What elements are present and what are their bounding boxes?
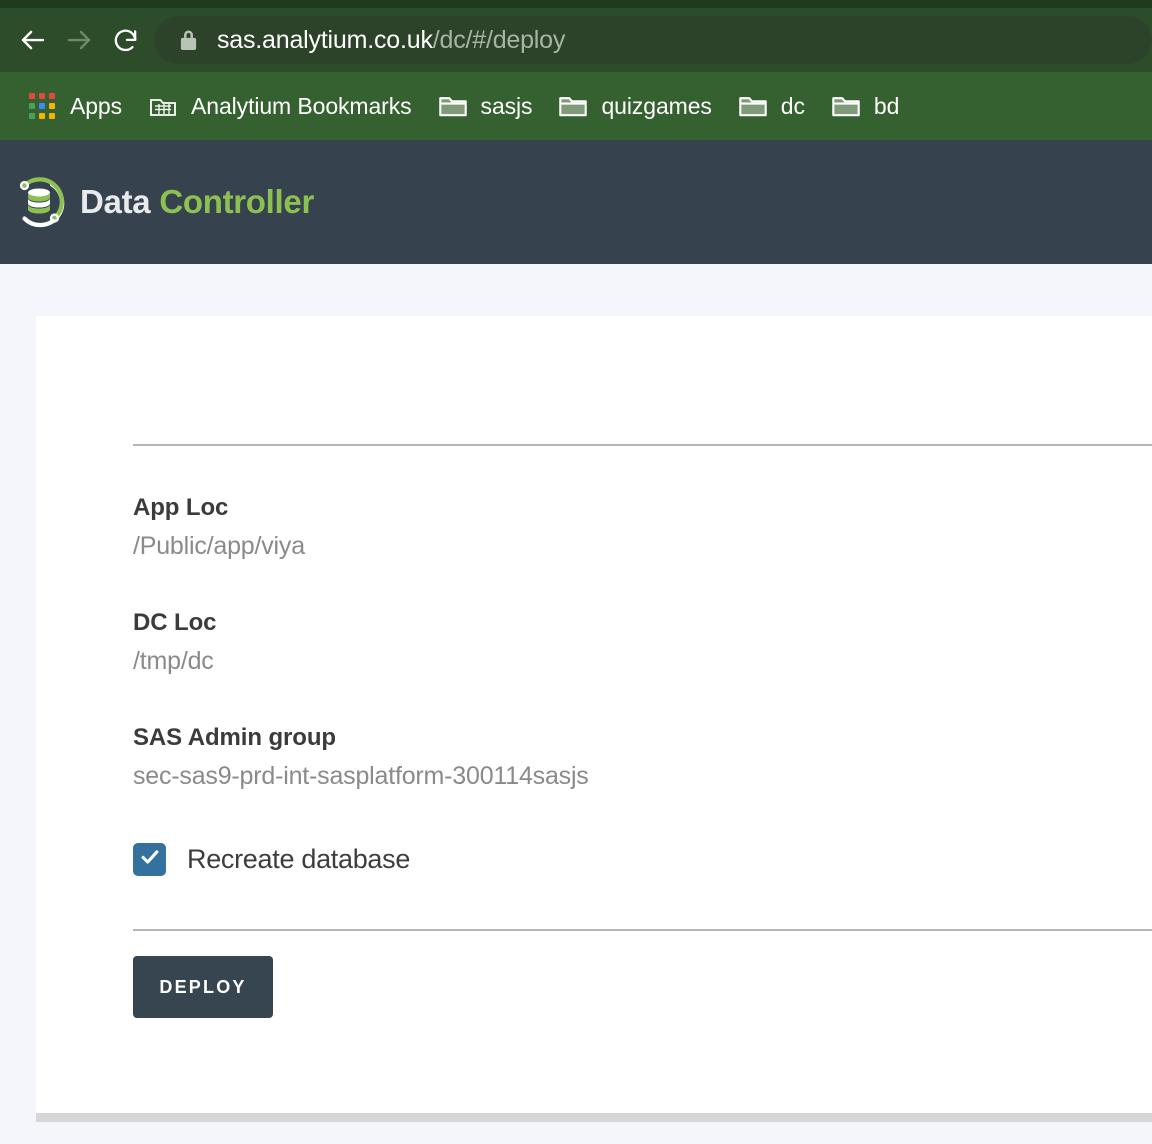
reload-button[interactable] xyxy=(102,17,148,63)
bookmark-label: dc xyxy=(780,92,805,119)
bookmarks-bar: Apps Analytium Bookmarks sasjs quizgames… xyxy=(0,72,1152,140)
field-app-loc: App Loc /Public/app/viya xyxy=(133,494,1152,561)
field-value: /tmp/dc xyxy=(133,647,214,675)
data-controller-database-logo-icon xyxy=(8,171,70,233)
forward-button[interactable] xyxy=(56,17,102,63)
browser-chrome: sas.analytium.co.uk/dc/#/deploy Apps Ana… xyxy=(0,0,1152,140)
bookmark-analytium-bookmarks[interactable]: Analytium Bookmarks xyxy=(135,83,425,129)
arrow-right-icon xyxy=(64,25,94,55)
brand-name-primary: Data xyxy=(80,183,151,220)
apps-grid-icon xyxy=(27,91,57,121)
back-button[interactable] xyxy=(10,17,56,63)
bookmark-quizgames[interactable]: quizgames xyxy=(545,83,724,129)
field-label: SAS Admin group xyxy=(133,724,336,751)
bookmark-apps[interactable]: Apps xyxy=(14,83,135,129)
bookmark-label: Analytium Bookmarks xyxy=(191,92,412,119)
deploy-button[interactable]: DEPLOY xyxy=(133,956,273,1018)
browser-toolbar: sas.analytium.co.uk/dc/#/deploy xyxy=(0,8,1152,72)
address-bar[interactable]: sas.analytium.co.uk/dc/#/deploy xyxy=(154,16,1152,64)
folder-icon xyxy=(831,91,861,121)
field-value: sec-sas9-prd-int-sasplatform-300114sasjs xyxy=(133,762,589,790)
bookmark-label: bd xyxy=(873,92,900,119)
arrow-left-icon xyxy=(18,25,48,55)
browser-tabstrip-edge xyxy=(0,0,1152,8)
folder-icon xyxy=(438,91,468,121)
recreate-database-checkbox[interactable] xyxy=(133,843,166,876)
bookmark-label: quizgames xyxy=(601,92,712,119)
field-sas-admin-group: SAS Admin group sec-sas9-prd-int-sasplat… xyxy=(133,724,1152,791)
deploy-card: App Loc /Public/app/viya DC Loc /tmp/dc … xyxy=(36,316,1152,1122)
field-dc-loc: DC Loc /tmp/dc xyxy=(133,609,1152,676)
field-label: DC Loc xyxy=(133,609,217,636)
brand-logo-link[interactable]: Data Controller xyxy=(8,171,314,233)
checkmark-icon xyxy=(139,846,161,873)
folder-icon xyxy=(558,91,588,121)
bookmark-folder-grid-icon xyxy=(148,91,178,121)
bookmark-label: sasjs xyxy=(480,92,533,119)
bookmark-dc[interactable]: dc xyxy=(725,83,818,129)
bookmark-bd[interactable]: bd xyxy=(818,83,912,129)
divider-bottom xyxy=(133,929,1152,931)
field-label: App Loc xyxy=(133,494,229,521)
app-header: Data Controller xyxy=(0,140,1152,264)
recreate-database-label: Recreate database xyxy=(187,844,411,874)
recreate-database-checkbox-row[interactable]: Recreate database xyxy=(133,843,1152,876)
reload-icon xyxy=(111,26,140,55)
page-body: App Loc /Public/app/viya DC Loc /tmp/dc … xyxy=(0,264,1152,1144)
brand-name-secondary: Controller xyxy=(159,183,314,220)
url-host: sas.analytium.co.uk xyxy=(217,25,433,54)
lock-icon xyxy=(178,28,199,52)
field-value: /Public/app/viya xyxy=(133,532,305,560)
bookmark-sasjs[interactable]: sasjs xyxy=(425,83,546,129)
url-path: /dc/#/deploy xyxy=(432,25,566,54)
folder-icon xyxy=(738,91,768,121)
bookmark-label: Apps xyxy=(70,92,123,119)
